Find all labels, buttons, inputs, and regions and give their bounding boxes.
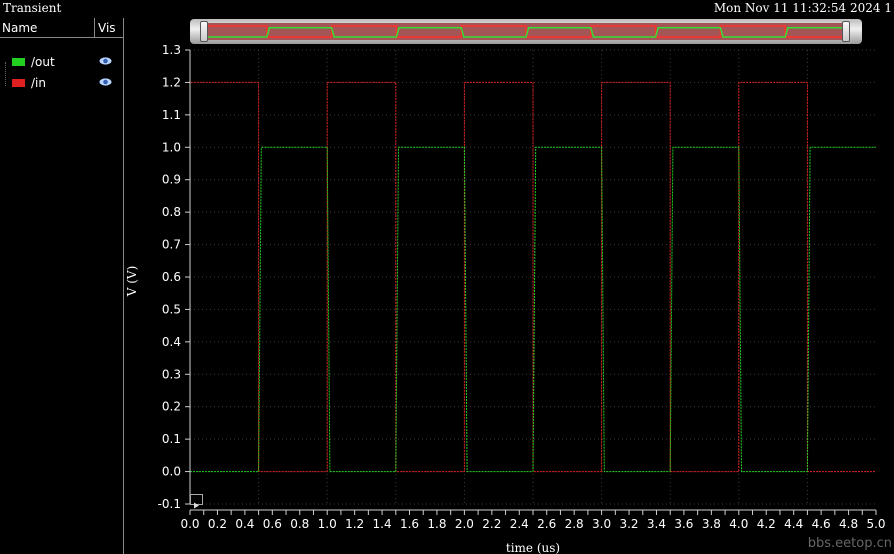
axis-layer: -0.1 0.0 0.1 0.2 0.3 0.4 0.5 0.6 0.7 0.8 0.9 1.0 1.1…: [158, 43, 886, 531]
x-tick-label: 2.0: [455, 517, 474, 531]
play-button[interactable]: [190, 494, 203, 509]
x-tick-label: 4.4: [784, 517, 803, 531]
x-tick-label: 3.4: [647, 517, 666, 531]
x-tick-label: 3.6: [674, 517, 693, 531]
y-tick-label: 1.3: [162, 43, 181, 57]
y-tick-label: 0.4: [162, 335, 181, 349]
y-tick-label: 0.2: [162, 400, 181, 414]
x-tick-label: 0.6: [263, 517, 282, 531]
series-line-out: [190, 146, 876, 473]
y-tick-label: 1.2: [162, 75, 181, 89]
play-icon: [194, 502, 199, 509]
y-tick-label: 0.5: [162, 302, 181, 316]
x-tick-label: 4.8: [839, 517, 858, 531]
watermark: bbs.eetop.cn: [807, 536, 892, 551]
x-tick-label: 2.4: [510, 517, 529, 531]
x-tick-label: 1.4: [373, 517, 392, 531]
y-tick-label: -0.1: [158, 497, 181, 511]
x-tick-label: 4.0: [729, 517, 748, 531]
x-tick-label: 3.2: [619, 517, 638, 531]
y-axis-title: V (V): [125, 266, 139, 298]
y-tick-label: 0.3: [162, 367, 181, 381]
x-tick-label: 2.8: [565, 517, 584, 531]
x-tick-label: 0.2: [208, 517, 227, 531]
waveform-plot: -0.1 0.0 0.1 0.2 0.3 0.4 0.5 0.6 0.7 0.8 0.9 1.0 1.1…: [125, 43, 886, 554]
x-tick-label: 2.6: [537, 517, 556, 531]
trace-layer: [189, 81, 876, 473]
x-tick-label: 4.2: [757, 517, 776, 531]
x-tick-label: 1.2: [345, 517, 364, 531]
y-tick-label: 1.0: [162, 140, 181, 154]
x-tick-label: 1.8: [427, 517, 446, 531]
x-tick-label: 0.8: [290, 517, 309, 531]
y-tick-label: 0.6: [162, 270, 181, 284]
x-tick-label: 3.0: [592, 517, 611, 531]
x-tick-label: 4.6: [812, 517, 831, 531]
x-tick-label: 1.6: [400, 517, 419, 531]
y-tick-label: 0.8: [162, 205, 181, 219]
y-tick-label: 0.1: [162, 432, 181, 446]
y-tick-label: 0.0: [162, 465, 181, 479]
y-tick-label: 0.7: [162, 238, 181, 252]
y-tick-label: 0.9: [162, 173, 181, 187]
y-tick-label: 1.1: [162, 108, 181, 122]
x-tick-label: 0.4: [235, 517, 254, 531]
x-tick-label: 1.0: [318, 517, 337, 531]
x-tick-label: 3.8: [702, 517, 721, 531]
x-tick-label: 0.0: [180, 517, 199, 531]
x-tick-label: 5.0: [866, 517, 885, 531]
x-axis-title: time (us): [506, 541, 560, 554]
x-tick-label: 2.2: [482, 517, 501, 531]
